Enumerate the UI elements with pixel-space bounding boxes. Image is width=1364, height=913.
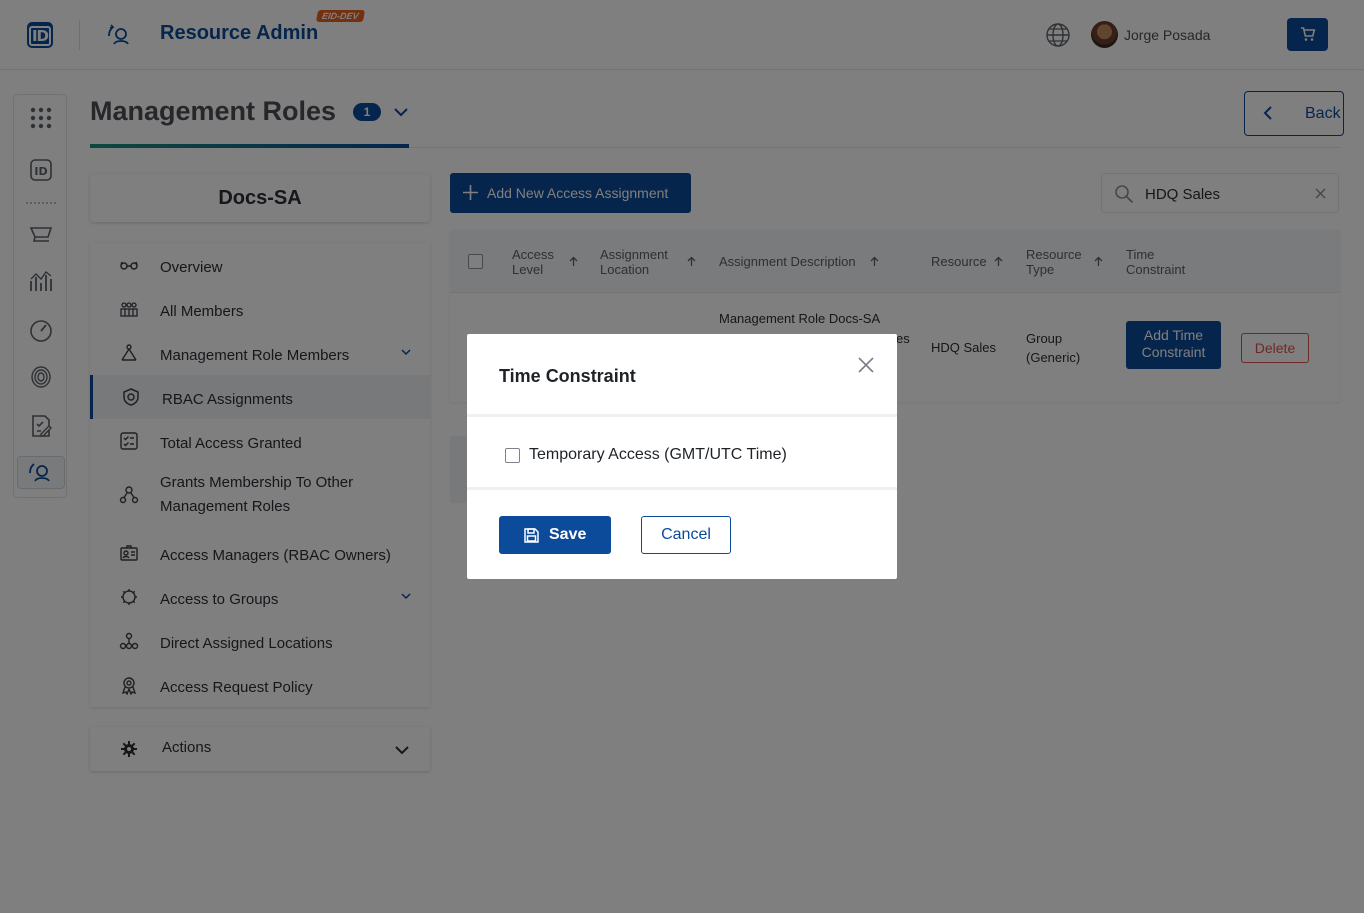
save-button[interactable]: Save bbox=[499, 516, 611, 554]
dialog-title: Time Constraint bbox=[499, 366, 636, 386]
close-icon[interactable] bbox=[857, 356, 875, 374]
dialog-header: Time Constraint bbox=[467, 334, 897, 417]
temporary-access-checkbox[interactable] bbox=[505, 448, 520, 463]
time-constraint-dialog: Time Constraint Temporary Access (GMT/UT… bbox=[467, 334, 897, 579]
cancel-button[interactable]: Cancel bbox=[641, 516, 731, 554]
floppy-disk-icon bbox=[524, 528, 539, 543]
dialog-body: Temporary Access (GMT/UTC Time) bbox=[467, 420, 897, 490]
temporary-access-label[interactable]: Temporary Access (GMT/UTC Time) bbox=[529, 446, 787, 464]
save-button-label: Save bbox=[549, 526, 587, 543]
